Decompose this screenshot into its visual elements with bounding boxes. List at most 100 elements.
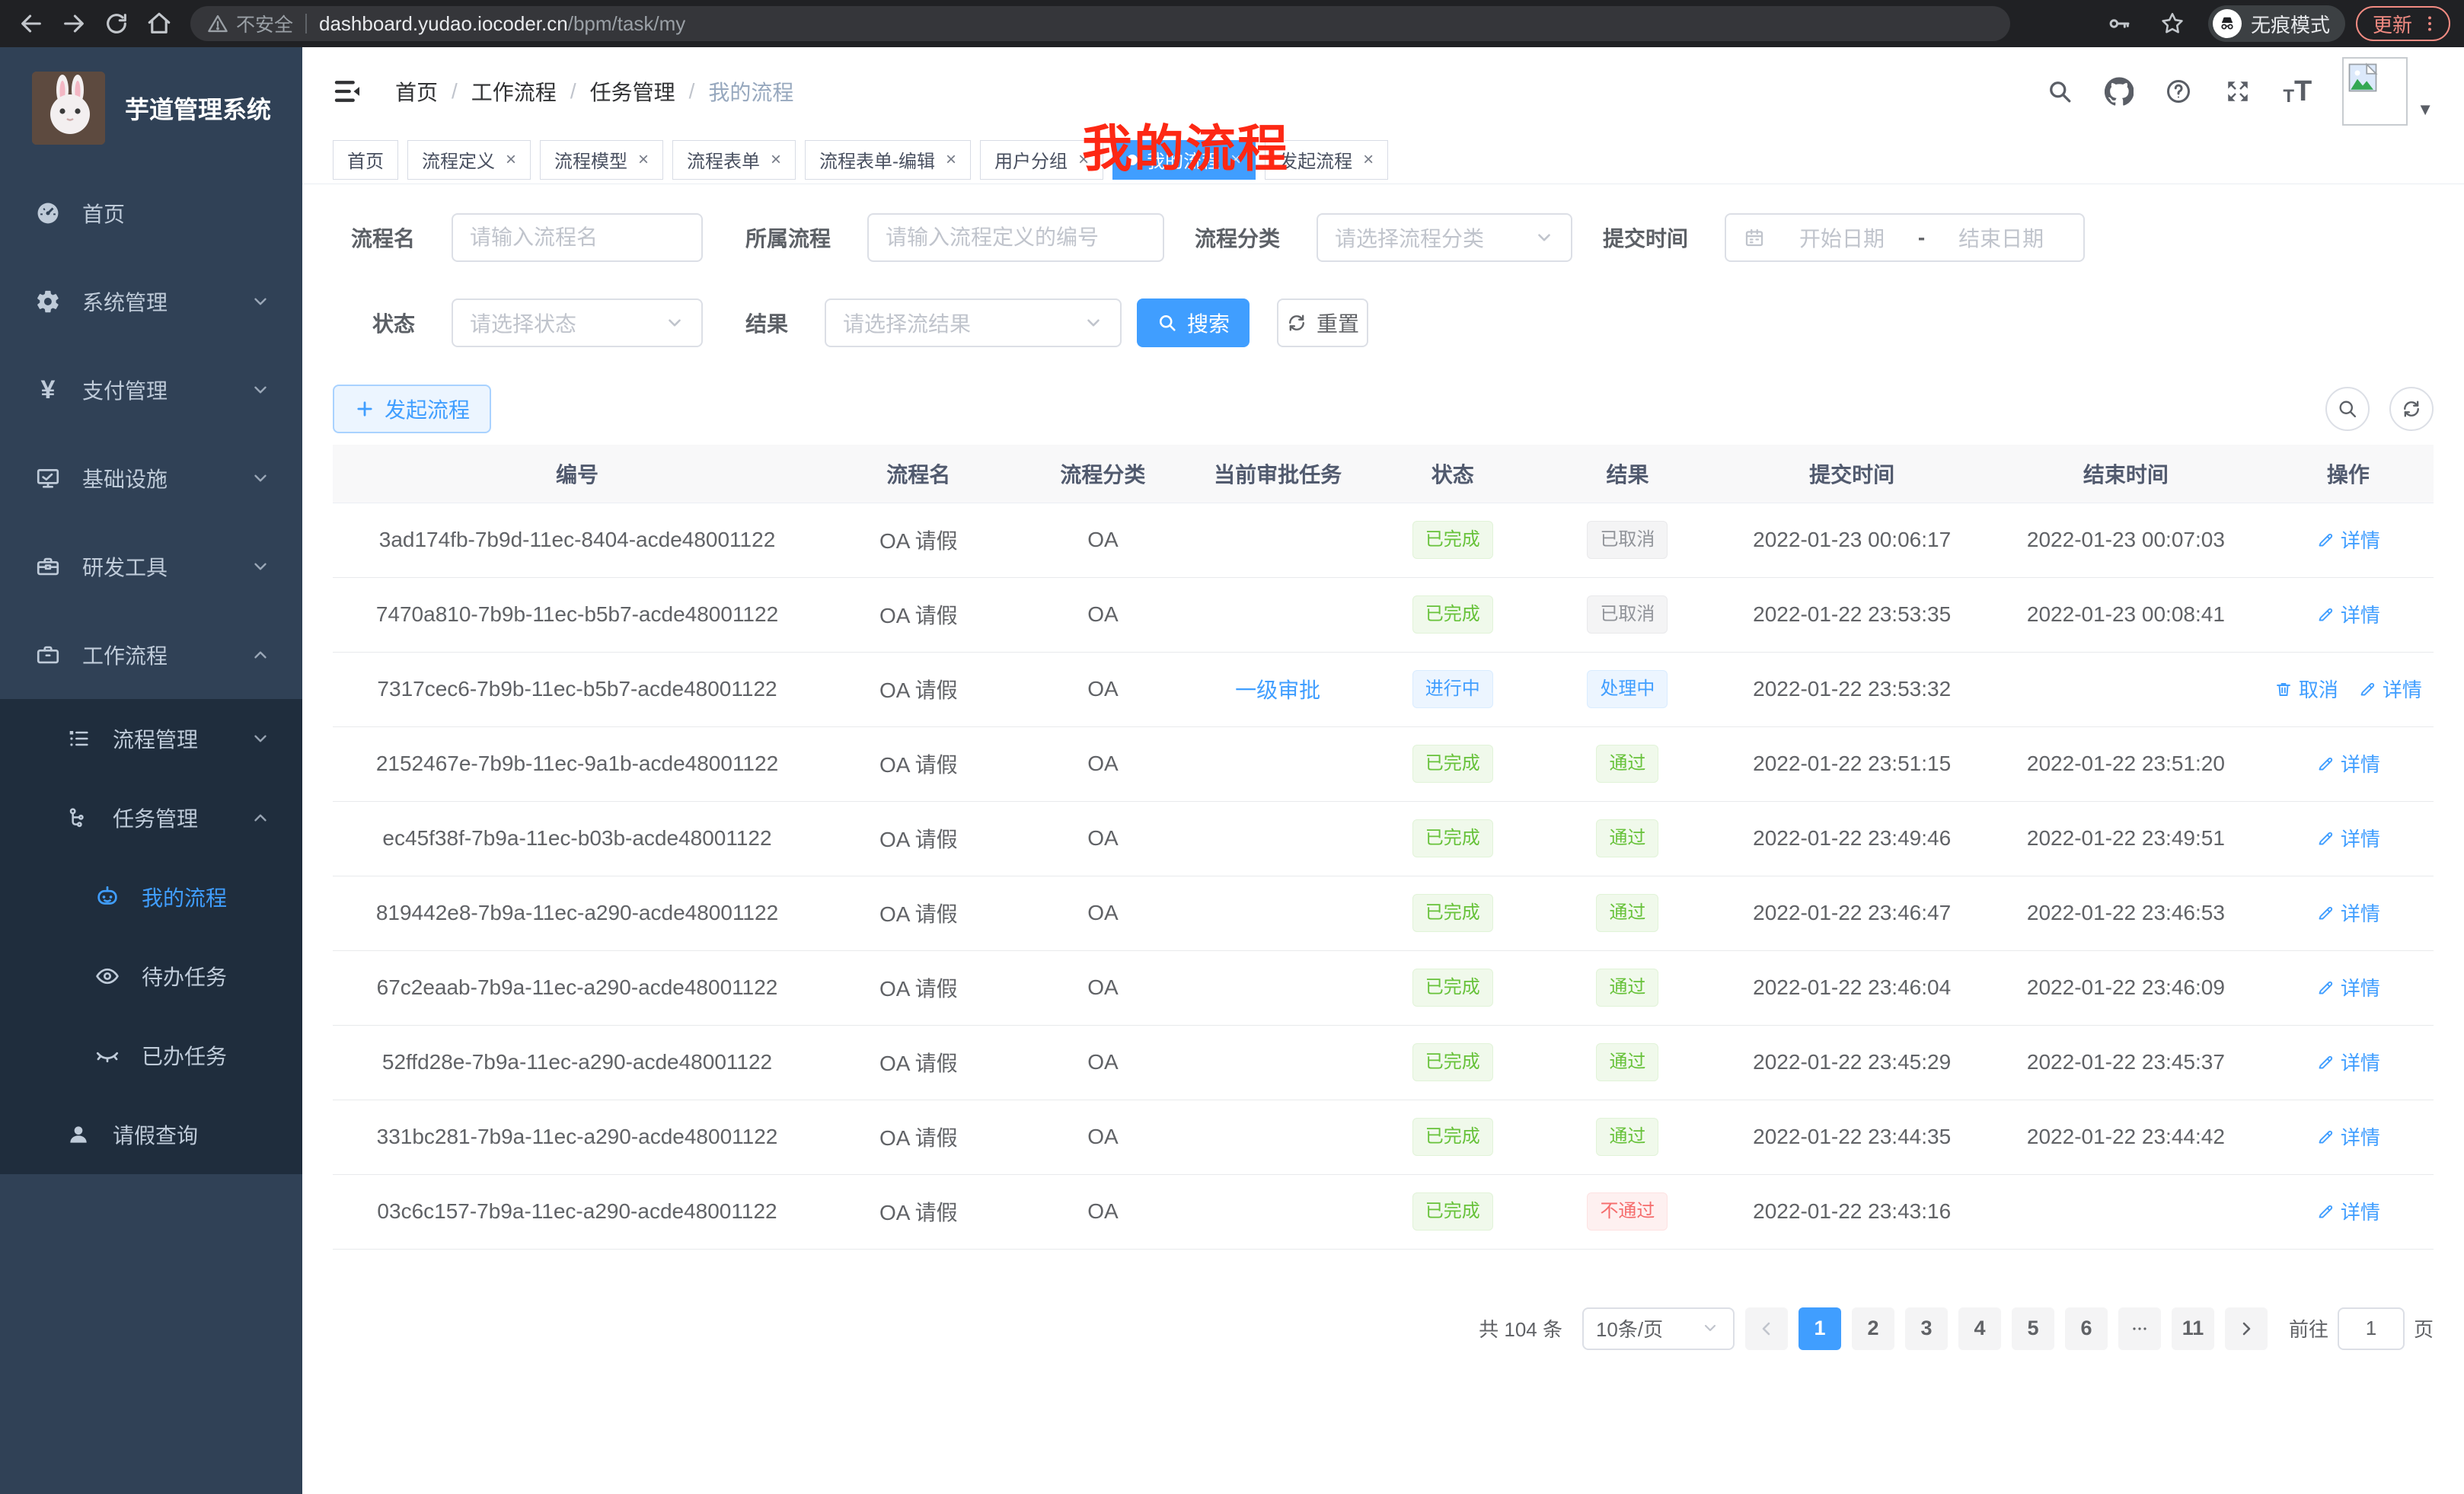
edit-icon	[2316, 605, 2335, 624]
url-text: dashboard.yudao.iocoder.cn/bpm/task/my	[319, 12, 685, 36]
submit-time: 2022-01-23 00:06:17	[1715, 503, 1989, 577]
tab-home[interactable]: 首页	[333, 140, 398, 180]
goto-page-input[interactable]	[2338, 1307, 2405, 1350]
detail-link[interactable]: 详情	[2316, 1122, 2380, 1151]
sidebar-item-workflow[interactable]: 工作流程	[0, 611, 302, 699]
page-button-2[interactable]: 2	[1852, 1307, 1894, 1350]
refresh-table-button[interactable]	[2389, 387, 2434, 431]
close-icon[interactable]: ×	[771, 149, 781, 171]
sidebar-item-task-mgmt[interactable]: 任务管理	[0, 778, 302, 857]
tab-process-model[interactable]: 流程模型×	[540, 140, 663, 180]
back-icon[interactable]	[14, 6, 49, 41]
font-size-icon[interactable]: TT	[2283, 77, 2312, 106]
process-name-input-field[interactable]	[470, 225, 685, 250]
sidebar-collapse-icon[interactable]	[333, 76, 363, 107]
close-icon[interactable]: ×	[506, 149, 516, 171]
search-button[interactable]: 搜索	[1137, 298, 1250, 347]
home-icon[interactable]	[142, 6, 177, 41]
tab-process-definition[interactable]: 流程定义 ×	[407, 140, 531, 180]
reset-button[interactable]: 重置	[1277, 298, 1368, 347]
sidebar-item-my-process[interactable]: 我的流程	[0, 857, 302, 937]
filter-name-label: 流程名	[333, 222, 415, 253]
status-select[interactable]: 请选择状态	[452, 298, 703, 347]
result-badge: 已取消	[1587, 595, 1668, 634]
close-icon[interactable]: ×	[638, 149, 649, 171]
detail-link[interactable]: 详情	[2316, 973, 2380, 1001]
breadcrumb-item[interactable]: 任务管理	[590, 76, 675, 107]
key-icon[interactable]	[2102, 6, 2137, 41]
page-size-select[interactable]: 10条/页	[1582, 1307, 1735, 1350]
breadcrumb-item[interactable]: 工作流程	[471, 76, 557, 107]
avatar-caret-icon[interactable]: ▼	[2417, 100, 2434, 120]
close-icon[interactable]: ×	[1363, 149, 1374, 171]
logo: 芋道管理系统	[0, 47, 302, 169]
status-badge: 已完成	[1412, 894, 1493, 932]
sidebar-item-dev-tools[interactable]: 研发工具	[0, 522, 302, 611]
result-select[interactable]: 请选择流结果	[825, 298, 1122, 347]
page-button-3[interactable]: 3	[1905, 1307, 1948, 1350]
sidebar-item-done-tasks[interactable]: 已办任务	[0, 1016, 302, 1095]
submit-time: 2022-01-22 23:46:04	[1715, 950, 1989, 1025]
page-button-11[interactable]: 11	[2172, 1307, 2214, 1350]
breadcrumb-item[interactable]: 首页	[395, 76, 438, 107]
url-bar[interactable]: 不安全 dashboard.yudao.iocoder.cn/bpm/task/…	[190, 6, 2010, 41]
sidebar-item-payment[interactable]: ¥支付管理	[0, 346, 302, 434]
chevron-up-icon	[251, 808, 270, 828]
chevron-down-icon	[665, 313, 685, 333]
close-icon[interactable]: ×	[946, 149, 956, 171]
process-name-input[interactable]	[452, 213, 703, 262]
page-button-6[interactable]: 6	[2065, 1307, 2108, 1350]
sidebar-item-infrastructure[interactable]: 基础设施	[0, 434, 302, 522]
tab-process-form-edit[interactable]: 流程表单-编辑×	[805, 140, 971, 180]
process-category: OA	[1016, 950, 1191, 1025]
tab-process-form[interactable]: 流程表单×	[672, 140, 796, 180]
page-content: 流程名 所属流程 流程分类 请选择流程分类 提交时间	[302, 184, 2464, 1494]
result-badge: 不通过	[1587, 1192, 1668, 1231]
row-actions: 详情	[2263, 503, 2434, 577]
search-icon[interactable]	[2045, 77, 2074, 106]
update-button[interactable]: 更新	[2356, 6, 2450, 41]
next-page-button[interactable]	[2225, 1307, 2268, 1350]
detail-link[interactable]: 详情	[2316, 1197, 2380, 1225]
process-key-input-field[interactable]	[886, 225, 1146, 250]
row-actions: 取消详情	[2263, 652, 2434, 726]
refresh-icon	[1286, 312, 1307, 334]
current-task-link[interactable]: 一级审批	[1235, 678, 1320, 702]
submit-time-range-picker[interactable]: 开始日期 - 结束日期	[1725, 213, 2085, 262]
sidebar-item-process-mgmt[interactable]: 流程管理	[0, 699, 302, 778]
reload-icon[interactable]	[99, 6, 134, 41]
tab-label: 流程定义	[422, 146, 495, 173]
detail-link[interactable]: 详情	[2316, 749, 2380, 777]
sidebar-item-home[interactable]: 首页	[0, 169, 302, 257]
more-pages-button[interactable]	[2118, 1307, 2161, 1350]
prev-page-button[interactable]	[1745, 1307, 1788, 1350]
github-icon[interactable]	[2105, 77, 2134, 106]
detail-link[interactable]: 详情	[2316, 899, 2380, 927]
category-select[interactable]: 请选择流程分类	[1317, 213, 1572, 262]
fullscreen-icon[interactable]	[2223, 77, 2252, 106]
detail-link[interactable]: 详情	[2316, 600, 2380, 628]
help-icon[interactable]	[2164, 77, 2193, 106]
sidebar-item-system[interactable]: 系统管理	[0, 257, 302, 346]
table-row: ec45f38f-7b9a-11ec-b03b-acde48001122OA 请…	[333, 801, 2434, 876]
detail-link[interactable]: 详情	[2358, 675, 2422, 703]
detail-link[interactable]: 详情	[2316, 525, 2380, 554]
end-time: 2022-01-22 23:46:09	[1989, 950, 2263, 1025]
detail-link[interactable]: 详情	[2316, 824, 2380, 852]
submit-time: 2022-01-22 23:43:16	[1715, 1174, 1989, 1249]
filter-result-label: 结果	[745, 308, 788, 338]
page-button-1[interactable]: 1	[1799, 1307, 1841, 1350]
show-search-button[interactable]	[2325, 387, 2370, 431]
detail-link[interactable]: 详情	[2316, 1048, 2380, 1076]
cancel-link[interactable]: 取消	[2274, 675, 2338, 703]
sidebar-item-todo-tasks[interactable]: 待办任务	[0, 937, 302, 1016]
start-process-button[interactable]: 发起流程	[333, 385, 491, 433]
bookmark-star-icon[interactable]	[2155, 6, 2190, 41]
page-button-5[interactable]: 5	[2012, 1307, 2054, 1350]
page-button-4[interactable]: 4	[1958, 1307, 2001, 1350]
sidebar-item-leave-query[interactable]: 请假查询	[0, 1095, 302, 1174]
process-key-input[interactable]	[867, 213, 1164, 262]
sidebar-item-label: 基础设施	[82, 463, 168, 493]
avatar[interactable]	[2342, 57, 2408, 126]
forward-icon[interactable]	[56, 6, 91, 41]
